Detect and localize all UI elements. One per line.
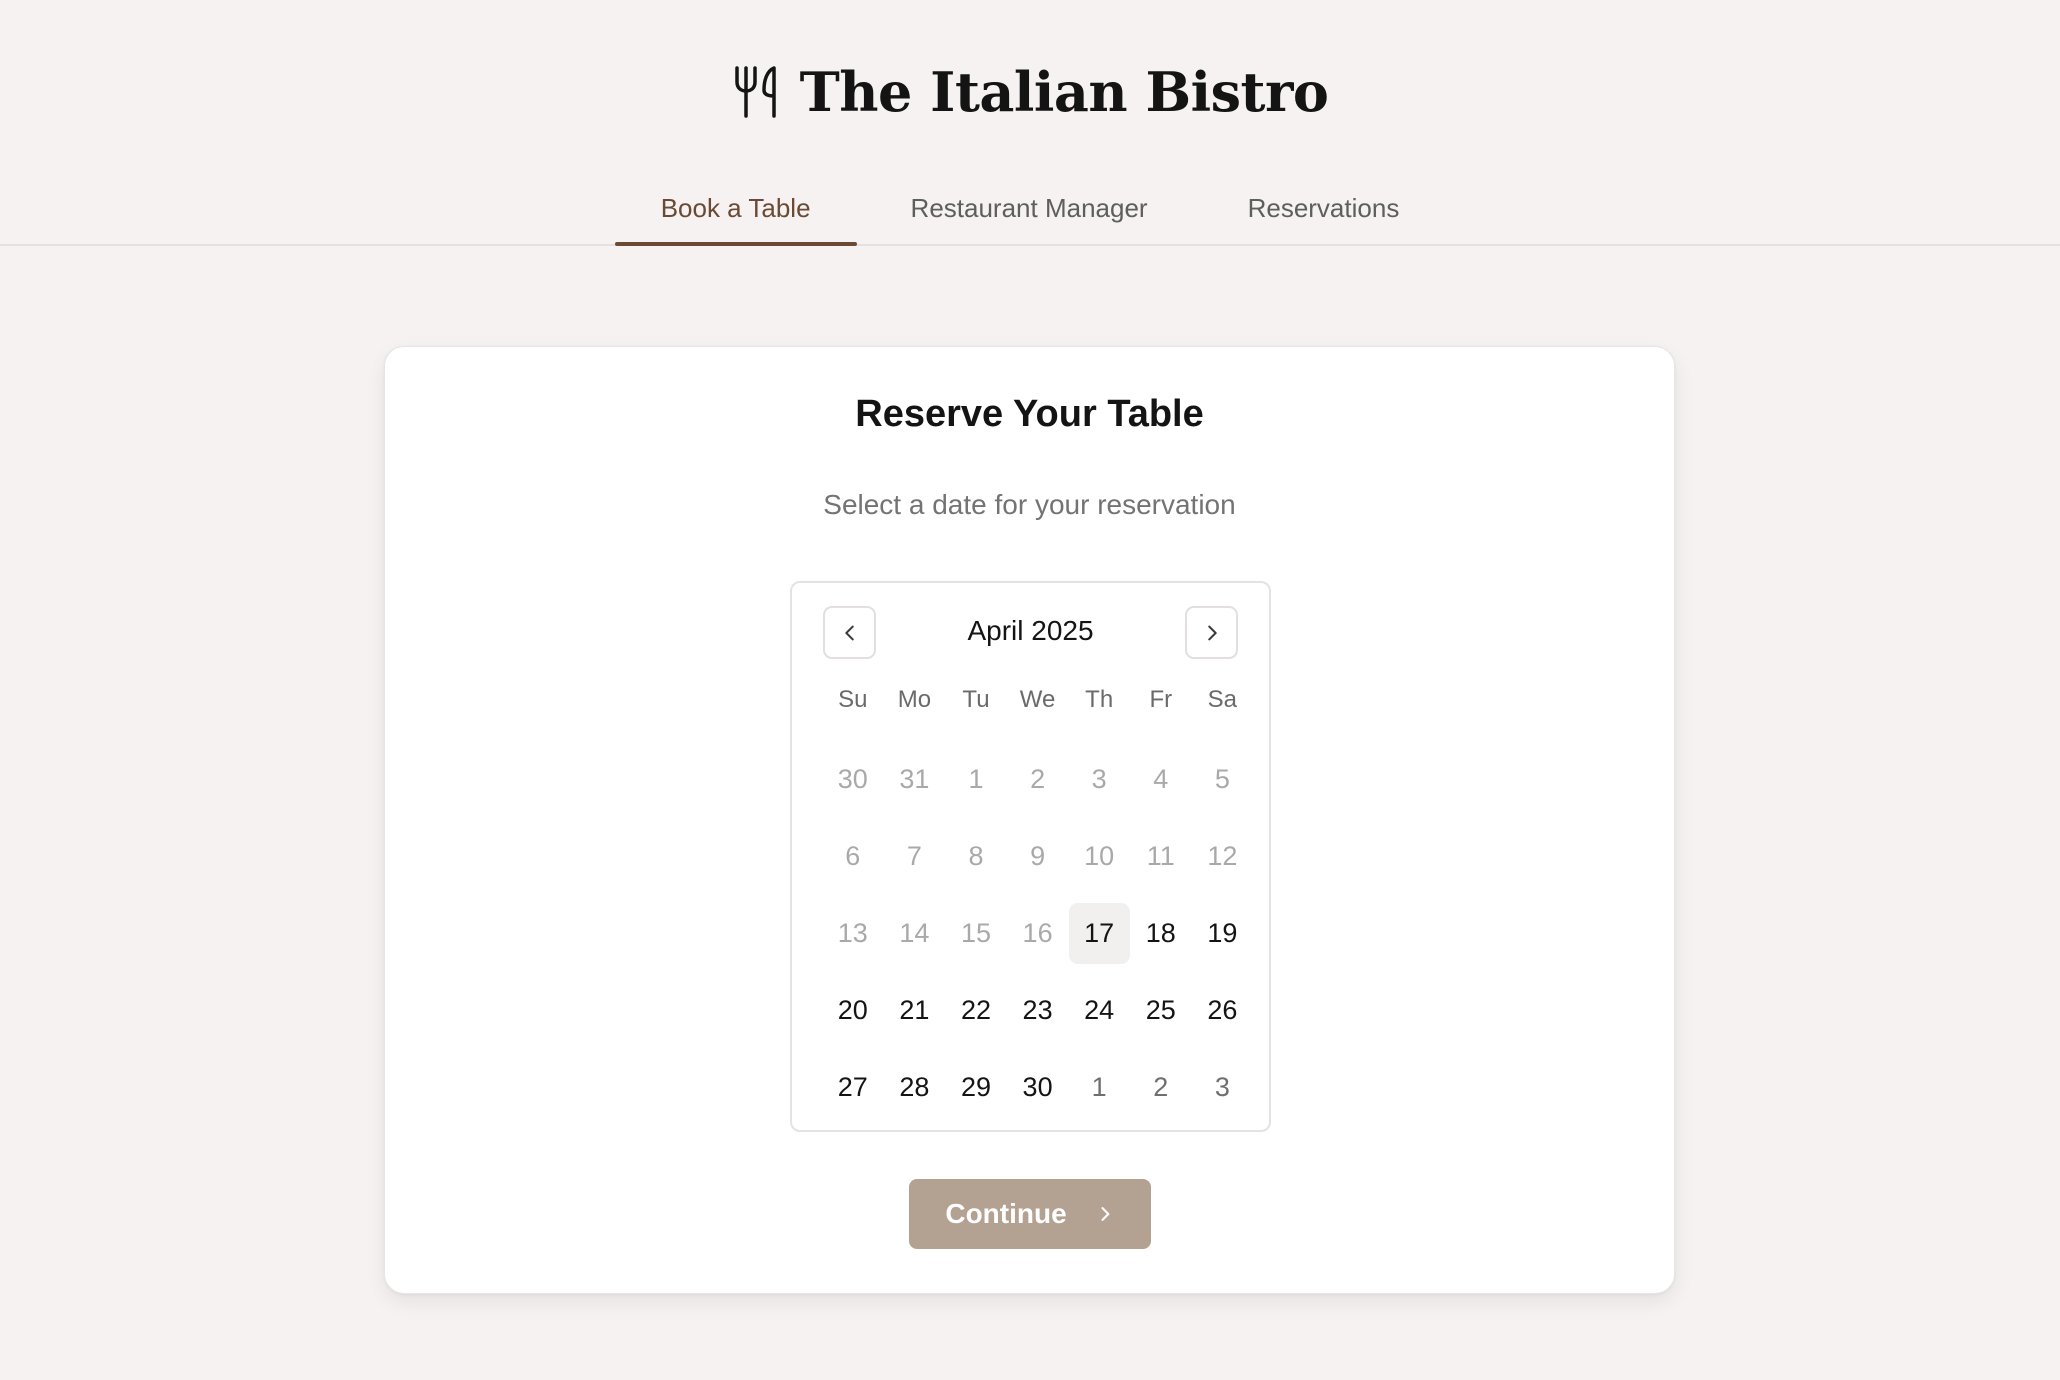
- calendar-day: 1: [945, 741, 1007, 818]
- utensils-icon: [734, 66, 776, 118]
- continue-button[interactable]: Continue: [909, 1179, 1151, 1249]
- day-number: 24: [1084, 995, 1115, 1025]
- day-number: 9: [1030, 841, 1046, 871]
- day-number: 3: [1091, 764, 1107, 794]
- day-number: 31: [899, 764, 930, 794]
- calendar-day[interactable]: 27: [822, 1049, 884, 1126]
- calendar-day: 5: [1192, 741, 1254, 818]
- tab-label: Reservations: [1247, 192, 1400, 223]
- calendar-day: 13: [822, 895, 884, 972]
- day-number: 10: [1084, 841, 1115, 871]
- calendar-day[interactable]: 25: [1130, 972, 1192, 1049]
- calendar-day[interactable]: 2: [1130, 1049, 1192, 1126]
- chevron-right-icon: [1101, 1207, 1110, 1221]
- brand: The Italian Bistro: [0, 52, 2060, 132]
- day-number: 5: [1214, 764, 1230, 794]
- calendar-day: 3: [1068, 741, 1130, 818]
- calendar-day: 10: [1068, 818, 1130, 895]
- day-number: 14: [899, 918, 930, 948]
- calendar-day: 9: [1007, 818, 1069, 895]
- tab-restaurant-manager[interactable]: Restaurant Manager: [865, 172, 1194, 244]
- tab-label: Book a Table: [660, 192, 811, 223]
- tab-book-a-table[interactable]: Book a Table: [614, 172, 857, 246]
- calendar-day[interactable]: 26: [1192, 972, 1254, 1049]
- day-number: 30: [1022, 1072, 1053, 1102]
- day-number: 13: [837, 918, 868, 948]
- day-number: 12: [1207, 841, 1238, 871]
- day-number: 27: [837, 1072, 868, 1102]
- day-number: 25: [1145, 995, 1176, 1025]
- day-number: 23: [1022, 995, 1053, 1025]
- weekday-header-row: Su Mo Tu We Th Fr Sa: [822, 683, 1254, 717]
- calendar-day: 31: [884, 741, 946, 818]
- day-number: 4: [1153, 764, 1169, 794]
- calendar-day[interactable]: 1: [1068, 1049, 1130, 1126]
- calendar-day: 6: [822, 818, 884, 895]
- calendar-day-grid: 30 31 1 2 3 4 5 6 7 8 9 10 11 12 13 14 15 16 17 18 19 20 21 22 2…: [822, 741, 1254, 1126]
- calendar-day: 4: [1130, 741, 1192, 818]
- date-picker-calendar: April 2025 Su Mo Tu We Th Fr Sa 30 31 1 2 3 4 5 6 7 8 9 1…: [790, 581, 1271, 1132]
- day-number: 19: [1207, 918, 1238, 948]
- calendar-day[interactable]: 30: [1007, 1049, 1069, 1126]
- weekday-label: Th: [1085, 686, 1114, 713]
- day-number: 30: [837, 764, 868, 794]
- chevron-right-icon: [1207, 625, 1217, 640]
- day-number: 1: [1091, 1072, 1107, 1102]
- weekday-label: Tu: [962, 686, 990, 713]
- app-title: The Italian Bistro: [799, 60, 1329, 124]
- calendar-day[interactable]: 19: [1192, 895, 1254, 972]
- calendar-day[interactable]: 24: [1068, 972, 1130, 1049]
- day-number: 21: [899, 995, 930, 1025]
- day-number: 2: [1030, 764, 1046, 794]
- day-number: 22: [960, 995, 991, 1025]
- weekday-label: Sa: [1207, 686, 1238, 713]
- calendar-day[interactable]: 18: [1130, 895, 1192, 972]
- day-number: 17: [1068, 903, 1130, 964]
- weekday-label: We: [1019, 686, 1056, 713]
- calendar-day: 15: [945, 895, 1007, 972]
- card-subtitle: Select a date for your reservation: [823, 489, 1236, 520]
- reservation-card: Reserve Your Table Select a date for you…: [384, 346, 1675, 1294]
- weekday-label: Mo: [897, 686, 932, 713]
- day-number: 7: [906, 841, 922, 871]
- app-header: The Italian Bistro Book a Table Restaura…: [0, 0, 2060, 246]
- continue-label: Continue: [945, 1198, 1067, 1229]
- calendar-day: 12: [1192, 818, 1254, 895]
- calendar-day-today[interactable]: 17: [1068, 895, 1130, 972]
- calendar-day[interactable]: 21: [884, 972, 946, 1049]
- calendar-day[interactable]: 29: [945, 1049, 1007, 1126]
- calendar-day[interactable]: 20: [822, 972, 884, 1049]
- calendar-day[interactable]: 23: [1007, 972, 1069, 1049]
- main-tabs: Book a Table Restaurant Manager Reservat…: [0, 172, 2060, 246]
- calendar-day: 11: [1130, 818, 1192, 895]
- day-number: 29: [960, 1072, 991, 1102]
- day-number: 11: [1146, 841, 1175, 871]
- day-number: 28: [899, 1072, 930, 1102]
- calendar-day[interactable]: 3: [1192, 1049, 1254, 1126]
- calendar-day: 30: [822, 741, 884, 818]
- day-number: 1: [968, 764, 984, 794]
- tab-label: Restaurant Manager: [910, 192, 1148, 223]
- tab-reservations[interactable]: Reservations: [1202, 172, 1446, 244]
- weekday-label: Su: [838, 686, 868, 713]
- day-number: 16: [1022, 918, 1053, 948]
- day-number: 26: [1207, 995, 1238, 1025]
- calendar-day: 14: [884, 895, 946, 972]
- day-number: 3: [1214, 1072, 1230, 1102]
- calendar-day: 8: [945, 818, 1007, 895]
- day-number: 18: [1145, 918, 1176, 948]
- calendar-day: 16: [1007, 895, 1069, 972]
- day-number: 6: [845, 841, 861, 871]
- day-number: 20: [837, 995, 868, 1025]
- day-number: 8: [968, 841, 984, 871]
- card-title: Reserve Your Table: [855, 393, 1204, 435]
- next-month-button[interactable]: [1185, 606, 1238, 659]
- day-number: 2: [1153, 1072, 1169, 1102]
- weekday-label: Fr: [1149, 686, 1173, 713]
- calendar-day: 2: [1007, 741, 1069, 818]
- calendar-day: 7: [884, 818, 946, 895]
- calendar-day[interactable]: 22: [945, 972, 1007, 1049]
- calendar-day[interactable]: 28: [884, 1049, 946, 1126]
- day-number: 15: [960, 918, 991, 948]
